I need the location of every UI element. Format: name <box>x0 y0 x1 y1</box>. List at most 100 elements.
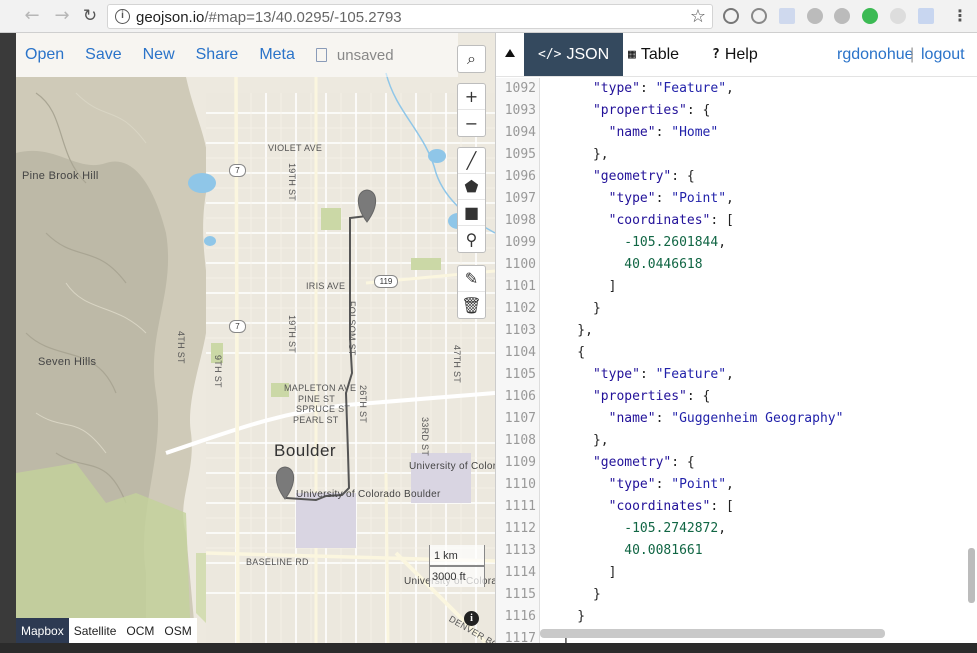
document-status: unsaved <box>315 47 394 64</box>
draw-toolbar: ╱ ⬟ ■ ⚲ <box>457 147 486 253</box>
side-panel: </> JSON ▦ Table ? Help rgdonohue | logo… <box>495 33 977 643</box>
code-text: } <box>546 609 586 624</box>
horizontal-scrollbar[interactable] <box>540 629 885 638</box>
line-number: 1094 <box>504 125 536 140</box>
line-number: 1110 <box>504 477 536 492</box>
info-icon[interactable]: i <box>115 9 130 24</box>
code-text: "properties": { <box>592 103 711 118</box>
document-icon[interactable] <box>779 8 795 24</box>
edit-layers-icon[interactable]: ✎ <box>458 266 485 292</box>
line-number: 1093 <box>504 103 536 118</box>
line-number: 1103 <box>504 323 536 338</box>
share-button[interactable]: Share <box>196 46 239 64</box>
logout-link[interactable]: logout <box>921 46 965 64</box>
scale-ft: 3000 ft <box>429 566 485 587</box>
code-text: 40.0081661 <box>624 543 703 558</box>
code-text: "type": "Point", <box>608 477 734 492</box>
open-button[interactable]: Open <box>25 46 64 64</box>
code-text: -105.2601844, <box>624 235 727 250</box>
delete-layers-icon[interactable]: 🗑 <box>458 292 485 318</box>
background-window <box>0 33 16 643</box>
code-text: 40.0446618 <box>624 257 703 272</box>
code-text: { <box>546 345 586 360</box>
search-control: ⌕ <box>457 45 486 73</box>
tab-json-label: JSON <box>566 45 610 63</box>
cloud-icon[interactable] <box>834 8 850 24</box>
zoom-in-button[interactable]: + <box>458 84 485 110</box>
code-text: "name": "Guggenheim Geography" <box>608 411 844 426</box>
code-text: ] <box>546 565 617 580</box>
code-text: "properties": { <box>592 389 711 404</box>
highway-shield: 7 <box>229 320 246 333</box>
layer-osm[interactable]: OSM <box>159 618 196 643</box>
star-icon[interactable]: ☆ <box>690 6 706 27</box>
meta-button[interactable]: Meta <box>259 46 295 64</box>
line-number: 1102 <box>504 301 536 316</box>
draw-rectangle-icon[interactable]: ■ <box>458 200 485 226</box>
vertical-scrollbar[interactable] <box>968 548 975 603</box>
layer-satellite[interactable]: Satellite <box>69 618 122 643</box>
info-icon[interactable]: i <box>464 611 479 626</box>
code-text: "coordinates": [ <box>608 213 734 228</box>
tab-help[interactable]: ? Help <box>698 33 772 76</box>
code-icon: </> <box>538 47 562 62</box>
collapse-icon[interactable] <box>505 49 515 57</box>
line-number: 1111 <box>504 499 536 514</box>
arrow-right-icon[interactable]: → <box>52 6 72 26</box>
draw-marker-icon[interactable]: ⚲ <box>458 226 485 252</box>
extension-icon[interactable] <box>918 8 934 24</box>
arrow-left-icon[interactable]: ← <box>22 6 42 26</box>
grammarly-icon[interactable] <box>862 8 878 24</box>
json-editor[interactable]: 1092 "type": "Feature", 1093 "properties"… <box>496 78 977 643</box>
scale-km: 1 km <box>429 545 485 566</box>
street-label: IRIS AVE <box>306 281 346 291</box>
line-number: 1117 <box>504 631 536 643</box>
separator: | <box>910 46 915 63</box>
map-tiles <box>16 72 495 643</box>
browser-menu-icon[interactable]: ⋮ <box>952 6 968 25</box>
line-number: 1116 <box>504 609 536 624</box>
line-number: 1107 <box>504 411 536 426</box>
tab-json[interactable]: </> JSON <box>524 33 624 76</box>
extension-icon[interactable] <box>890 8 906 24</box>
street-label: 9TH ST <box>213 355 223 388</box>
help-icon: ? <box>712 47 720 62</box>
new-button[interactable]: New <box>143 46 175 64</box>
screen-edge <box>0 643 977 653</box>
tab-table[interactable]: ▦ Table <box>614 33 693 76</box>
save-button[interactable]: Save <box>85 46 121 64</box>
draw-polygon-icon[interactable]: ⬟ <box>458 174 485 200</box>
map-view[interactable]: VIOLET AVE IRIS AVE MAPLETON AVE PINE ST… <box>16 33 495 643</box>
street-label: PINE ST <box>298 394 336 404</box>
layer-ocm[interactable]: OCM <box>121 618 159 643</box>
extension-icon[interactable] <box>723 8 739 24</box>
street-label: FOLSOM ST <box>347 301 357 356</box>
street-label: SPRUCE ST <box>296 404 351 414</box>
street-label: 4TH ST <box>176 331 186 364</box>
tab-table-label: Table <box>640 45 680 63</box>
code-text: -105.2742872, <box>624 521 727 536</box>
line-number: 1108 <box>504 433 536 448</box>
street-label: MAPLETON AVE <box>284 383 357 393</box>
zoom-out-button[interactable]: − <box>458 110 485 136</box>
line-number: 1113 <box>504 543 536 558</box>
zoom-control: + − <box>457 83 486 137</box>
layer-mapbox[interactable]: Mapbox <box>16 618 69 643</box>
cloud-icon[interactable] <box>807 8 823 24</box>
line-number: 1109 <box>504 455 536 470</box>
url-text[interactable]: geojson.io/#map=13/40.0295/-105.2793 <box>136 9 402 26</box>
line-number: 1104 <box>504 345 536 360</box>
draw-line-icon[interactable]: ╱ <box>458 148 485 174</box>
city-label: Boulder <box>274 441 337 460</box>
search-icon[interactable]: ⌕ <box>458 46 485 72</box>
username-link[interactable]: rgdonohue <box>837 46 914 64</box>
code-text: "geometry": { <box>592 455 695 470</box>
code-text: "type": "Feature", <box>592 81 734 96</box>
browser-toolbar: ← → ↻ i geojson.io/#map=13/40.0295/-105.… <box>0 0 977 33</box>
extension-icon[interactable] <box>751 8 767 24</box>
reload-icon[interactable]: ↻ <box>80 6 100 26</box>
place-label: Pine Brook Hill <box>22 170 99 182</box>
panel-tabs: </> JSON ▦ Table ? Help rgdonohue | logo… <box>496 33 977 77</box>
code-text: }, <box>546 323 593 338</box>
address-bar[interactable]: i geojson.io/#map=13/40.0295/-105.2793 ☆ <box>107 4 713 29</box>
